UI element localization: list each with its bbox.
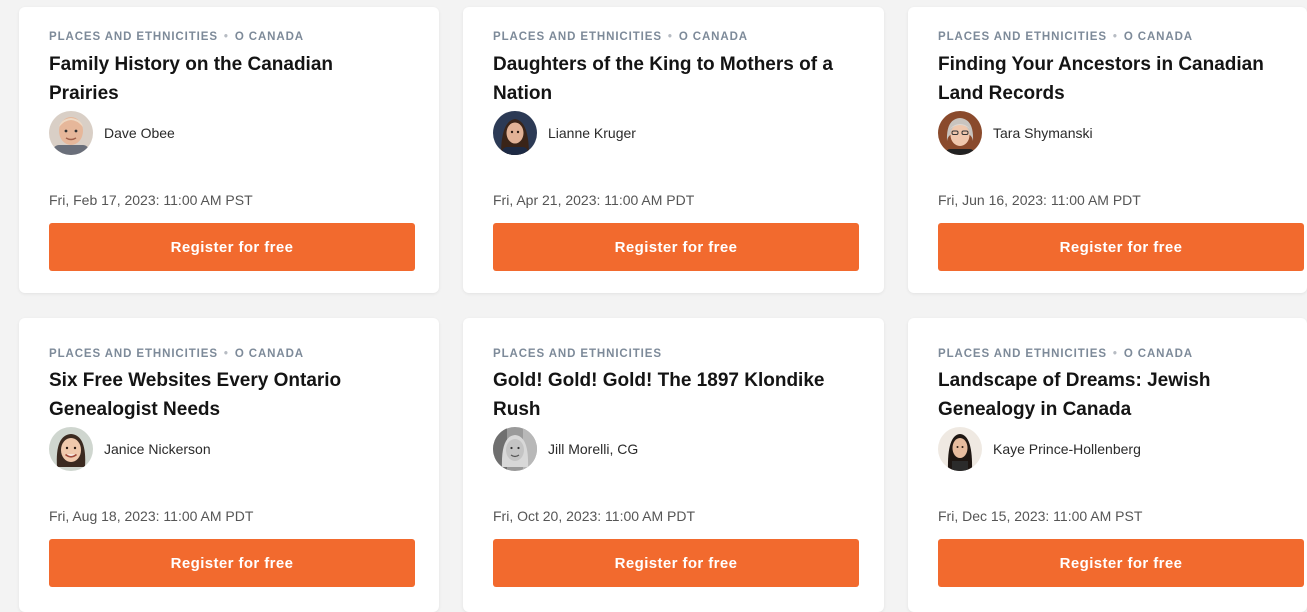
author: Lianne Kruger [493,111,636,155]
author: Jill Morelli, CG [493,427,638,471]
webinar-date: Fri, Aug 18, 2023: 11:00 AM PDT [49,508,254,524]
webinar-card: PLACES AND ETHNICITIES Gold! Gold! Gold!… [463,318,884,612]
webinar-title[interactable]: Six Free Websites Every Ontario Genealog… [49,367,394,424]
category-label: PLACES AND ETHNICITIES • O CANADA [49,31,304,43]
category-link[interactable]: PLACES AND ETHNICITIES [493,348,662,360]
category-link[interactable]: PLACES AND ETHNICITIES [493,31,662,43]
author: Tara Shymanski [938,111,1093,155]
webinar-title[interactable]: Finding Your Ancestors in Canadian Land … [938,51,1283,108]
author-name: Jill Morelli, CG [548,441,639,457]
webinar-title[interactable]: Daughters of the King to Mothers of a Na… [493,51,838,108]
category-label: PLACES AND ETHNICITIES • O CANADA [938,31,1193,43]
webinar-date: Fri, Dec 15, 2023: 11:00 AM PST [938,508,1143,524]
category-link[interactable]: PLACES AND ETHNICITIES [49,348,218,360]
register-button[interactable]: Register for free [493,539,859,587]
author: Kaye Prince-Hollenberg [938,427,1141,471]
avatar-woman-grey-hair-icon [938,111,982,155]
author-name: Janice Nickerson [104,441,211,457]
subcategory-link[interactable]: O CANADA [235,348,304,360]
separator-dot: • [667,31,673,43]
webinar-title[interactable]: Family History on the Canadian Prairies [49,51,394,108]
avatar-woman-dark-hair-icon [493,111,537,155]
webinar-card: PLACES AND ETHNICITIES • O CANADA Family H… [19,7,439,293]
avatar-woman-long-hair-icon [938,427,982,471]
webinar-card: PLACES AND ETHNICITIES • O CANADA Landscap… [908,318,1307,612]
separator-dot: • [223,348,229,360]
author-name: Tara Shymanski [993,125,1093,141]
webinar-title[interactable]: Gold! Gold! Gold! The 1897 Klondike Rush [493,367,838,424]
webinar-card: PLACES AND ETHNICITIES • O CANADA Finding … [908,7,1307,293]
register-button[interactable]: Register for free [938,539,1304,587]
avatar-bald-man-icon [49,111,93,155]
webinar-date: Fri, Feb 17, 2023: 11:00 AM PST [49,192,253,208]
register-button[interactable]: Register for free [493,223,859,271]
category-label: PLACES AND ETHNICITIES • O CANADA [49,348,304,360]
webinar-date: Fri, Oct 20, 2023: 11:00 AM PDT [493,508,696,524]
category-link[interactable]: PLACES AND ETHNICITIES [49,31,218,43]
author-name: Lianne Kruger [548,125,636,141]
category-link[interactable]: PLACES AND ETHNICITIES [938,31,1107,43]
author-name: Kaye Prince-Hollenberg [993,441,1141,457]
avatar-woman-grey-photo-icon [493,427,537,471]
separator-dot: • [1112,31,1118,43]
category-label: PLACES AND ETHNICITIES • O CANADA [938,348,1193,360]
author: Janice Nickerson [49,427,211,471]
webinar-date: Fri, Apr 21, 2023: 11:00 AM PDT [493,192,695,208]
subcategory-link[interactable]: O CANADA [1124,31,1193,43]
register-button[interactable]: Register for free [49,539,415,587]
subcategory-link[interactable]: O CANADA [235,31,304,43]
author-name: Dave Obee [104,125,175,141]
category-label: PLACES AND ETHNICITIES [493,348,662,360]
author: Dave Obee [49,111,175,155]
webinar-date: Fri, Jun 16, 2023: 11:00 AM PDT [938,192,1141,208]
avatar-woman-smiling-icon [49,427,93,471]
category-label: PLACES AND ETHNICITIES • O CANADA [493,31,748,43]
subcategory-link[interactable]: O CANADA [1124,348,1193,360]
register-button[interactable]: Register for free [938,223,1304,271]
webinar-grid: PLACES AND ETHNICITIES • O CANADA Family H… [0,0,1307,612]
separator-dot: • [1112,348,1118,360]
webinar-card: PLACES AND ETHNICITIES • O CANADA Six Free… [19,318,439,612]
subcategory-link[interactable]: O CANADA [679,31,748,43]
webinar-title[interactable]: Landscape of Dreams: Jewish Genealogy in… [938,367,1283,424]
separator-dot: • [223,31,229,43]
webinar-card: PLACES AND ETHNICITIES • O CANADA Daughter… [463,7,884,293]
category-link[interactable]: PLACES AND ETHNICITIES [938,348,1107,360]
register-button[interactable]: Register for free [49,223,415,271]
